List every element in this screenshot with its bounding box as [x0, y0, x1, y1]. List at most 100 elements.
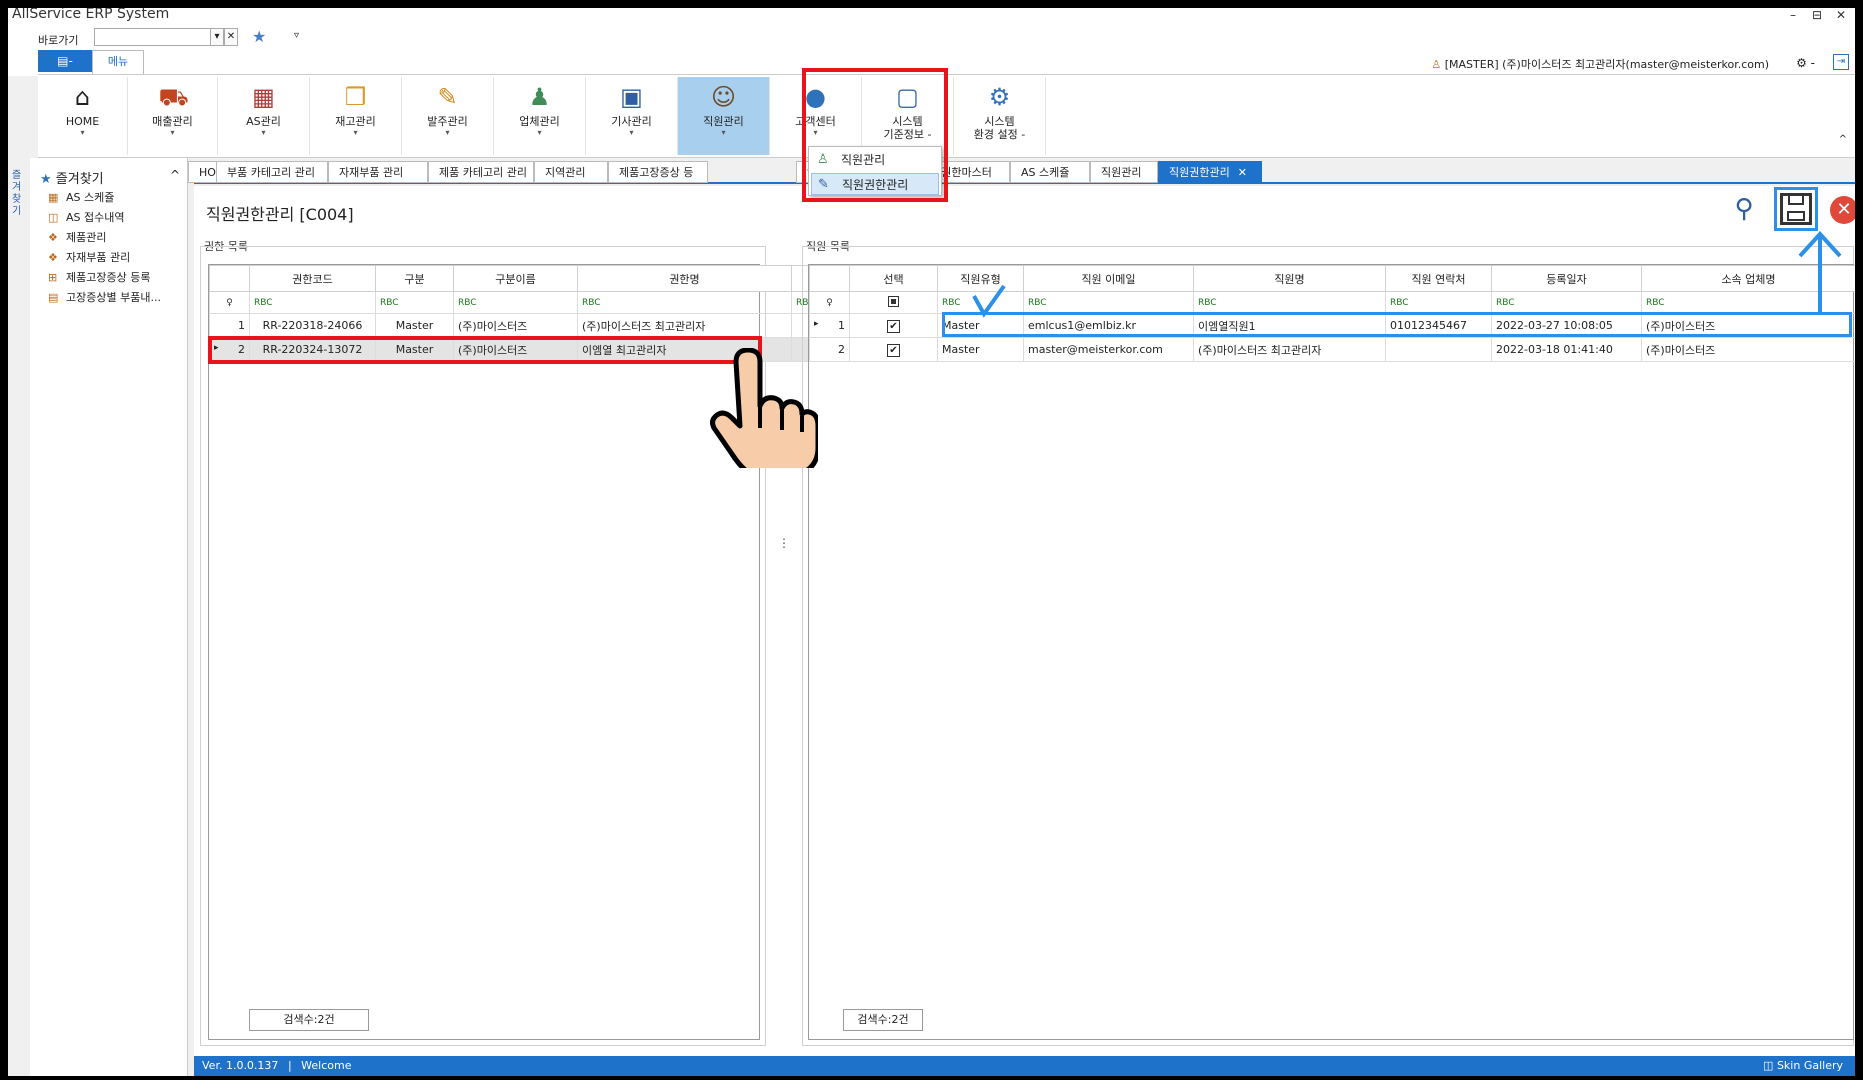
col-auth-name[interactable]: 권한명 [577, 265, 792, 292]
cell-staff-phone[interactable] [1385, 337, 1492, 362]
col-type[interactable]: 구분 [375, 265, 454, 292]
col-type-name[interactable]: 구분이름 [453, 265, 578, 292]
register-icon: ⊞ [48, 271, 58, 284]
cell-company[interactable]: (주)마이스터즈 [1641, 337, 1855, 362]
cell-select[interactable]: ✔ [849, 313, 938, 338]
doc-tab-2[interactable]: 자재부품 관리 [328, 161, 428, 183]
col-select[interactable]: 선택 [849, 265, 938, 292]
splitter-handle[interactable]: ⋮ [778, 536, 790, 550]
filter-cell-icon[interactable]: RBC [375, 291, 454, 314]
doc-tab-4[interactable]: 지역관리 [534, 161, 608, 183]
ribbon-button-staff[interactable]: ☺ 직원관리 ▾ [678, 77, 770, 155]
chevron-down-icon: ▾ [537, 128, 542, 137]
doc-tab-3[interactable]: 제품 카테고리 관리 [428, 161, 534, 183]
col-staff-email[interactable]: 직원 이메일 [1023, 265, 1194, 292]
favorite-item[interactable]: ▦ AS 스케쥴 [48, 188, 114, 208]
close-window-button[interactable]: ✕ [1836, 8, 1846, 22]
favorite-item[interactable]: ▤ 고장증상별 부품내... [48, 288, 161, 308]
app-title: AllService ERP System [12, 8, 170, 22]
col-staff-name[interactable]: 직원명 [1193, 265, 1386, 292]
cell-staff-type[interactable]: Master [937, 337, 1024, 362]
close-page-icon[interactable]: ✕ [1830, 196, 1855, 224]
doc-tab-1[interactable]: 부품 카테고리 관리 [216, 161, 328, 183]
shortcut-input[interactable] [94, 28, 218, 46]
row-header [209, 265, 250, 292]
ribbon-collapse-icon[interactable]: ^ [1839, 134, 1847, 145]
row-marker-icon: ▸ [814, 319, 819, 329]
restore-button[interactable]: ⊟ [1812, 8, 1822, 22]
ribbon-button-engineer[interactable]: ▣ 기사관리 ▾ [586, 77, 678, 155]
favorite-item[interactable]: ❖ 제품관리 [48, 228, 106, 248]
menu-tab[interactable]: 메뉴 [92, 50, 144, 74]
filter-cell-icon[interactable]: RBC [1023, 291, 1194, 314]
favorites-collapse-icon[interactable]: ^ [170, 168, 180, 182]
order-notes-icon: ✎ [437, 83, 458, 111]
chevron-down-icon: ▾ [721, 128, 726, 137]
table-row[interactable]: 2 ✔ Master master@meisterkor.com (주)마이스터즈 최고… [809, 337, 1855, 362]
select-all-checkbox[interactable] [888, 295, 899, 307]
cell-staff-name[interactable]: (주)마이스터즈 최고관리자 [1193, 337, 1386, 362]
col-auth-code[interactable]: 권한코드 [249, 265, 376, 292]
filter-row[interactable]: ♀ RBC RBC RBC RBC RBC [209, 291, 858, 314]
cell-auth-code[interactable]: RR-220318-24066 [249, 313, 376, 338]
table-row[interactable]: 1 RR-220318-24066 Master (주)마이스터즈 (주)마이스터즈 최… [209, 313, 858, 338]
annotation-arrow [1798, 231, 1842, 314]
boxes-icon: ❒ [344, 83, 367, 111]
gears-icon: ⚙ [988, 83, 1011, 111]
cell-auth-name[interactable]: (주)마이스터즈 최고관리자 [577, 313, 792, 338]
quickbar-customize-icon[interactable]: ▿ [294, 30, 299, 41]
logout-icon[interactable]: ⇥ [1833, 54, 1849, 70]
search-view-icon[interactable]: ⚲ [1726, 192, 1762, 228]
file-tab[interactable]: ▤- [38, 50, 92, 72]
doc-tab-5[interactable]: 제품고장증상 등 [608, 161, 708, 183]
settings-gear-icon[interactable]: ⚙ - [1796, 56, 1815, 70]
cell-reg-date[interactable]: 2022-03-18 01:41:40 [1491, 337, 1642, 362]
ribbon-button-label: 발주관리 [427, 115, 468, 128]
doc-tab-9[interactable]: AS 스케쥴 [1010, 161, 1090, 183]
page-title: 직원권한관리 [C004] [206, 205, 354, 224]
filter-cell-icon[interactable]: RBC [1193, 291, 1386, 314]
save-icon[interactable] [1780, 193, 1812, 225]
cell-type-name[interactable]: (주)마이스터즈 [453, 313, 578, 338]
ribbon-button-label: 기사관리 [611, 115, 652, 128]
filter-cell-icon[interactable]: RBC [577, 291, 792, 314]
favorite-item-label: AS 접수내역 [66, 211, 125, 224]
select-checkbox[interactable]: ✔ [887, 319, 900, 333]
filter-cell-icon[interactable]: RBC [249, 291, 376, 314]
favorite-item[interactable]: ◫ AS 접수내역 [48, 208, 124, 228]
ribbon-button-stock[interactable]: ❒ 재고관리 ▾ [310, 77, 402, 155]
favorites-side-tab[interactable]: 즐겨찾기 [8, 158, 30, 1076]
ribbon-button-sysenv[interactable]: ⚙ 시스템 환경 설정 - [954, 77, 1046, 155]
ribbon-button-as[interactable]: ▦ AS관리 ▾ [218, 77, 310, 155]
favorite-star-icon[interactable]: ★ [252, 27, 266, 46]
ribbon-button-order[interactable]: ✎ 발주관리 ▾ [402, 77, 494, 155]
doc-tab-label: 제품 카테고리 관리 [439, 166, 527, 179]
skin-gallery-button[interactable]: ◫ Skin Gallery [1763, 1056, 1843, 1076]
shortcut-dropdown-button[interactable]: ▾ [210, 28, 224, 46]
welcome-label: Welcome [301, 1059, 352, 1072]
doc-tab-10[interactable]: 직원관리 [1090, 161, 1158, 183]
list-icon: ▤ [48, 291, 59, 304]
ribbon-button-sales[interactable]: ⛟ 매출관리 ▾ [128, 77, 218, 155]
filter-select-cell[interactable] [849, 291, 938, 314]
doc-tab-11[interactable]: 직원권한관리 ✕ [1158, 161, 1262, 183]
shortcut-clear-button[interactable]: ✕ [224, 28, 238, 46]
ribbon-button-vendor[interactable]: ♟ 업체관리 ▾ [494, 77, 586, 155]
favorite-item-label: 자재부품 관리 [66, 251, 131, 264]
row-number-text: 1 [838, 319, 845, 332]
auth-grid: 권한코드 구분 구분이름 권한명 비고 ♀RBCRBCRBCRBCRBC1RR-… [208, 264, 858, 1040]
cell-select[interactable]: ✔ [849, 337, 938, 362]
favorite-item[interactable]: ❖ 자재부품 관리 [48, 248, 130, 268]
minimize-button[interactable]: – [1790, 8, 1796, 22]
favorite-item[interactable]: ⊞ 제품고장증상 등록 [48, 268, 150, 288]
col-staff-phone[interactable]: 직원 연락처 [1385, 265, 1492, 292]
ribbon-button-home[interactable]: ⌂ HOME ▾ [38, 77, 128, 155]
cell-type[interactable]: Master [375, 313, 454, 338]
select-checkbox[interactable]: ✔ [887, 343, 900, 357]
filter-cell-icon[interactable]: RBC [453, 291, 578, 314]
cell-staff-email[interactable]: master@meisterkor.com [1023, 337, 1194, 362]
doc-tab-label: AS 스케쥴 [1021, 166, 1070, 179]
close-tab-icon[interactable]: ✕ [1238, 166, 1247, 179]
filter-cell-icon[interactable]: RBC [1385, 291, 1492, 314]
ribbon-button-label: 매출관리 [152, 115, 193, 128]
